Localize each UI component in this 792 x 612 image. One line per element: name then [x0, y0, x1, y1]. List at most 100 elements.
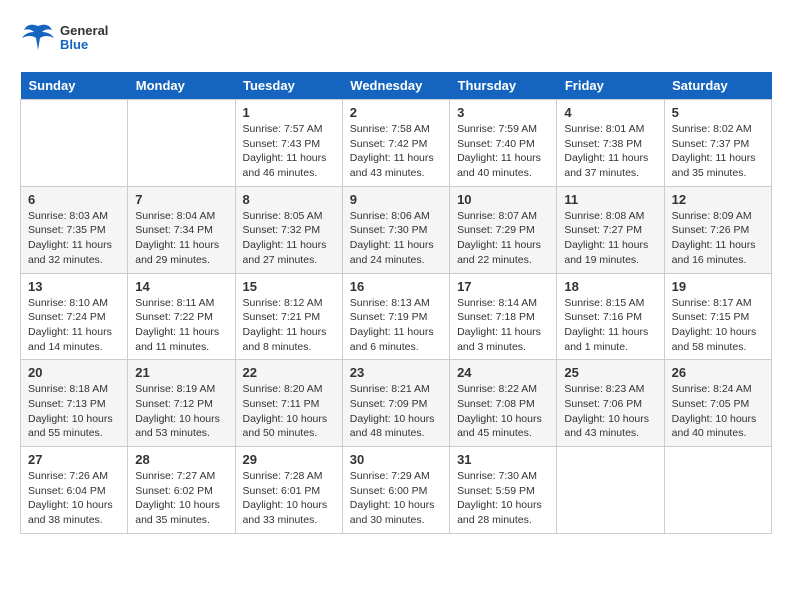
day-number: 14 — [135, 279, 227, 294]
calendar-cell: 18 Sunrise: 8:15 AMSunset: 7:16 PMDaylig… — [557, 273, 664, 360]
day-info: Sunrise: 8:20 AMSunset: 7:11 PMDaylight:… — [243, 382, 335, 441]
calendar-cell: 9 Sunrise: 8:06 AMSunset: 7:30 PMDayligh… — [342, 186, 449, 273]
day-number: 4 — [564, 105, 656, 120]
day-info: Sunrise: 8:15 AMSunset: 7:16 PMDaylight:… — [564, 296, 656, 355]
calendar-cell: 13 Sunrise: 8:10 AMSunset: 7:24 PMDaylig… — [21, 273, 128, 360]
calendar-cell: 20 Sunrise: 8:18 AMSunset: 7:13 PMDaylig… — [21, 360, 128, 447]
day-info: Sunrise: 8:22 AMSunset: 7:08 PMDaylight:… — [457, 382, 549, 441]
day-info: Sunrise: 8:10 AMSunset: 7:24 PMDaylight:… — [28, 296, 120, 355]
calendar-cell: 10 Sunrise: 8:07 AMSunset: 7:29 PMDaylig… — [450, 186, 557, 273]
logo-bird-icon — [20, 20, 56, 56]
day-number: 7 — [135, 192, 227, 207]
calendar-cell: 16 Sunrise: 8:13 AMSunset: 7:19 PMDaylig… — [342, 273, 449, 360]
day-number: 11 — [564, 192, 656, 207]
day-info: Sunrise: 8:12 AMSunset: 7:21 PMDaylight:… — [243, 296, 335, 355]
day-number: 21 — [135, 365, 227, 380]
calendar-cell: 27 Sunrise: 7:26 AMSunset: 6:04 PMDaylig… — [21, 447, 128, 534]
calendar-cell — [557, 447, 664, 534]
day-info: Sunrise: 8:08 AMSunset: 7:27 PMDaylight:… — [564, 209, 656, 268]
day-number: 13 — [28, 279, 120, 294]
calendar-cell: 26 Sunrise: 8:24 AMSunset: 7:05 PMDaylig… — [664, 360, 771, 447]
day-number: 15 — [243, 279, 335, 294]
day-number: 2 — [350, 105, 442, 120]
day-number: 31 — [457, 452, 549, 467]
calendar-cell: 15 Sunrise: 8:12 AMSunset: 7:21 PMDaylig… — [235, 273, 342, 360]
day-number: 27 — [28, 452, 120, 467]
day-number: 18 — [564, 279, 656, 294]
day-number: 19 — [672, 279, 764, 294]
calendar-table: SundayMondayTuesdayWednesdayThursdayFrid… — [20, 72, 772, 534]
calendar-cell: 19 Sunrise: 8:17 AMSunset: 7:15 PMDaylig… — [664, 273, 771, 360]
day-number: 22 — [243, 365, 335, 380]
day-info: Sunrise: 7:59 AMSunset: 7:40 PMDaylight:… — [457, 122, 549, 181]
day-info: Sunrise: 8:02 AMSunset: 7:37 PMDaylight:… — [672, 122, 764, 181]
day-number: 25 — [564, 365, 656, 380]
page-header: General Blue — [20, 20, 772, 56]
calendar-cell: 28 Sunrise: 7:27 AMSunset: 6:02 PMDaylig… — [128, 447, 235, 534]
day-info: Sunrise: 7:30 AMSunset: 5:59 PMDaylight:… — [457, 469, 549, 528]
day-number: 20 — [28, 365, 120, 380]
day-info: Sunrise: 8:01 AMSunset: 7:38 PMDaylight:… — [564, 122, 656, 181]
calendar-cell: 29 Sunrise: 7:28 AMSunset: 6:01 PMDaylig… — [235, 447, 342, 534]
day-info: Sunrise: 8:03 AMSunset: 7:35 PMDaylight:… — [28, 209, 120, 268]
day-info: Sunrise: 8:07 AMSunset: 7:29 PMDaylight:… — [457, 209, 549, 268]
day-number: 5 — [672, 105, 764, 120]
calendar-cell — [21, 100, 128, 187]
day-info: Sunrise: 7:27 AMSunset: 6:02 PMDaylight:… — [135, 469, 227, 528]
calendar-cell: 17 Sunrise: 8:14 AMSunset: 7:18 PMDaylig… — [450, 273, 557, 360]
day-number: 8 — [243, 192, 335, 207]
week-row-4: 20 Sunrise: 8:18 AMSunset: 7:13 PMDaylig… — [21, 360, 772, 447]
logo-text-general: General — [60, 24, 108, 38]
calendar-cell: 24 Sunrise: 8:22 AMSunset: 7:08 PMDaylig… — [450, 360, 557, 447]
calendar-cell: 1 Sunrise: 7:57 AMSunset: 7:43 PMDayligh… — [235, 100, 342, 187]
week-row-1: 1 Sunrise: 7:57 AMSunset: 7:43 PMDayligh… — [21, 100, 772, 187]
day-info: Sunrise: 8:23 AMSunset: 7:06 PMDaylight:… — [564, 382, 656, 441]
day-number: 17 — [457, 279, 549, 294]
calendar-cell: 5 Sunrise: 8:02 AMSunset: 7:37 PMDayligh… — [664, 100, 771, 187]
calendar-cell: 12 Sunrise: 8:09 AMSunset: 7:26 PMDaylig… — [664, 186, 771, 273]
calendar-cell: 2 Sunrise: 7:58 AMSunset: 7:42 PMDayligh… — [342, 100, 449, 187]
calendar-cell — [128, 100, 235, 187]
day-number: 6 — [28, 192, 120, 207]
calendar-cell: 25 Sunrise: 8:23 AMSunset: 7:06 PMDaylig… — [557, 360, 664, 447]
column-header-monday: Monday — [128, 72, 235, 100]
week-row-3: 13 Sunrise: 8:10 AMSunset: 7:24 PMDaylig… — [21, 273, 772, 360]
day-info: Sunrise: 8:19 AMSunset: 7:12 PMDaylight:… — [135, 382, 227, 441]
day-info: Sunrise: 7:57 AMSunset: 7:43 PMDaylight:… — [243, 122, 335, 181]
column-header-friday: Friday — [557, 72, 664, 100]
day-info: Sunrise: 8:14 AMSunset: 7:18 PMDaylight:… — [457, 296, 549, 355]
day-info: Sunrise: 8:24 AMSunset: 7:05 PMDaylight:… — [672, 382, 764, 441]
day-info: Sunrise: 7:58 AMSunset: 7:42 PMDaylight:… — [350, 122, 442, 181]
calendar-cell: 21 Sunrise: 8:19 AMSunset: 7:12 PMDaylig… — [128, 360, 235, 447]
day-number: 26 — [672, 365, 764, 380]
day-number: 1 — [243, 105, 335, 120]
day-number: 9 — [350, 192, 442, 207]
week-row-5: 27 Sunrise: 7:26 AMSunset: 6:04 PMDaylig… — [21, 447, 772, 534]
column-header-saturday: Saturday — [664, 72, 771, 100]
day-info: Sunrise: 8:11 AMSunset: 7:22 PMDaylight:… — [135, 296, 227, 355]
day-number: 10 — [457, 192, 549, 207]
calendar-cell: 30 Sunrise: 7:29 AMSunset: 6:00 PMDaylig… — [342, 447, 449, 534]
calendar-cell: 22 Sunrise: 8:20 AMSunset: 7:11 PMDaylig… — [235, 360, 342, 447]
day-number: 28 — [135, 452, 227, 467]
column-header-wednesday: Wednesday — [342, 72, 449, 100]
calendar-cell — [664, 447, 771, 534]
header-row: SundayMondayTuesdayWednesdayThursdayFrid… — [21, 72, 772, 100]
day-info: Sunrise: 7:28 AMSunset: 6:01 PMDaylight:… — [243, 469, 335, 528]
day-number: 29 — [243, 452, 335, 467]
day-info: Sunrise: 8:18 AMSunset: 7:13 PMDaylight:… — [28, 382, 120, 441]
column-header-thursday: Thursday — [450, 72, 557, 100]
day-number: 23 — [350, 365, 442, 380]
day-number: 12 — [672, 192, 764, 207]
calendar-cell: 11 Sunrise: 8:08 AMSunset: 7:27 PMDaylig… — [557, 186, 664, 273]
calendar-cell: 3 Sunrise: 7:59 AMSunset: 7:40 PMDayligh… — [450, 100, 557, 187]
calendar-cell: 8 Sunrise: 8:05 AMSunset: 7:32 PMDayligh… — [235, 186, 342, 273]
day-info: Sunrise: 8:09 AMSunset: 7:26 PMDaylight:… — [672, 209, 764, 268]
calendar-cell: 31 Sunrise: 7:30 AMSunset: 5:59 PMDaylig… — [450, 447, 557, 534]
logo: General Blue — [20, 20, 108, 56]
day-number: 3 — [457, 105, 549, 120]
calendar-cell: 14 Sunrise: 8:11 AMSunset: 7:22 PMDaylig… — [128, 273, 235, 360]
day-info: Sunrise: 8:17 AMSunset: 7:15 PMDaylight:… — [672, 296, 764, 355]
logo-text-blue: Blue — [60, 38, 108, 52]
calendar-cell: 6 Sunrise: 8:03 AMSunset: 7:35 PMDayligh… — [21, 186, 128, 273]
